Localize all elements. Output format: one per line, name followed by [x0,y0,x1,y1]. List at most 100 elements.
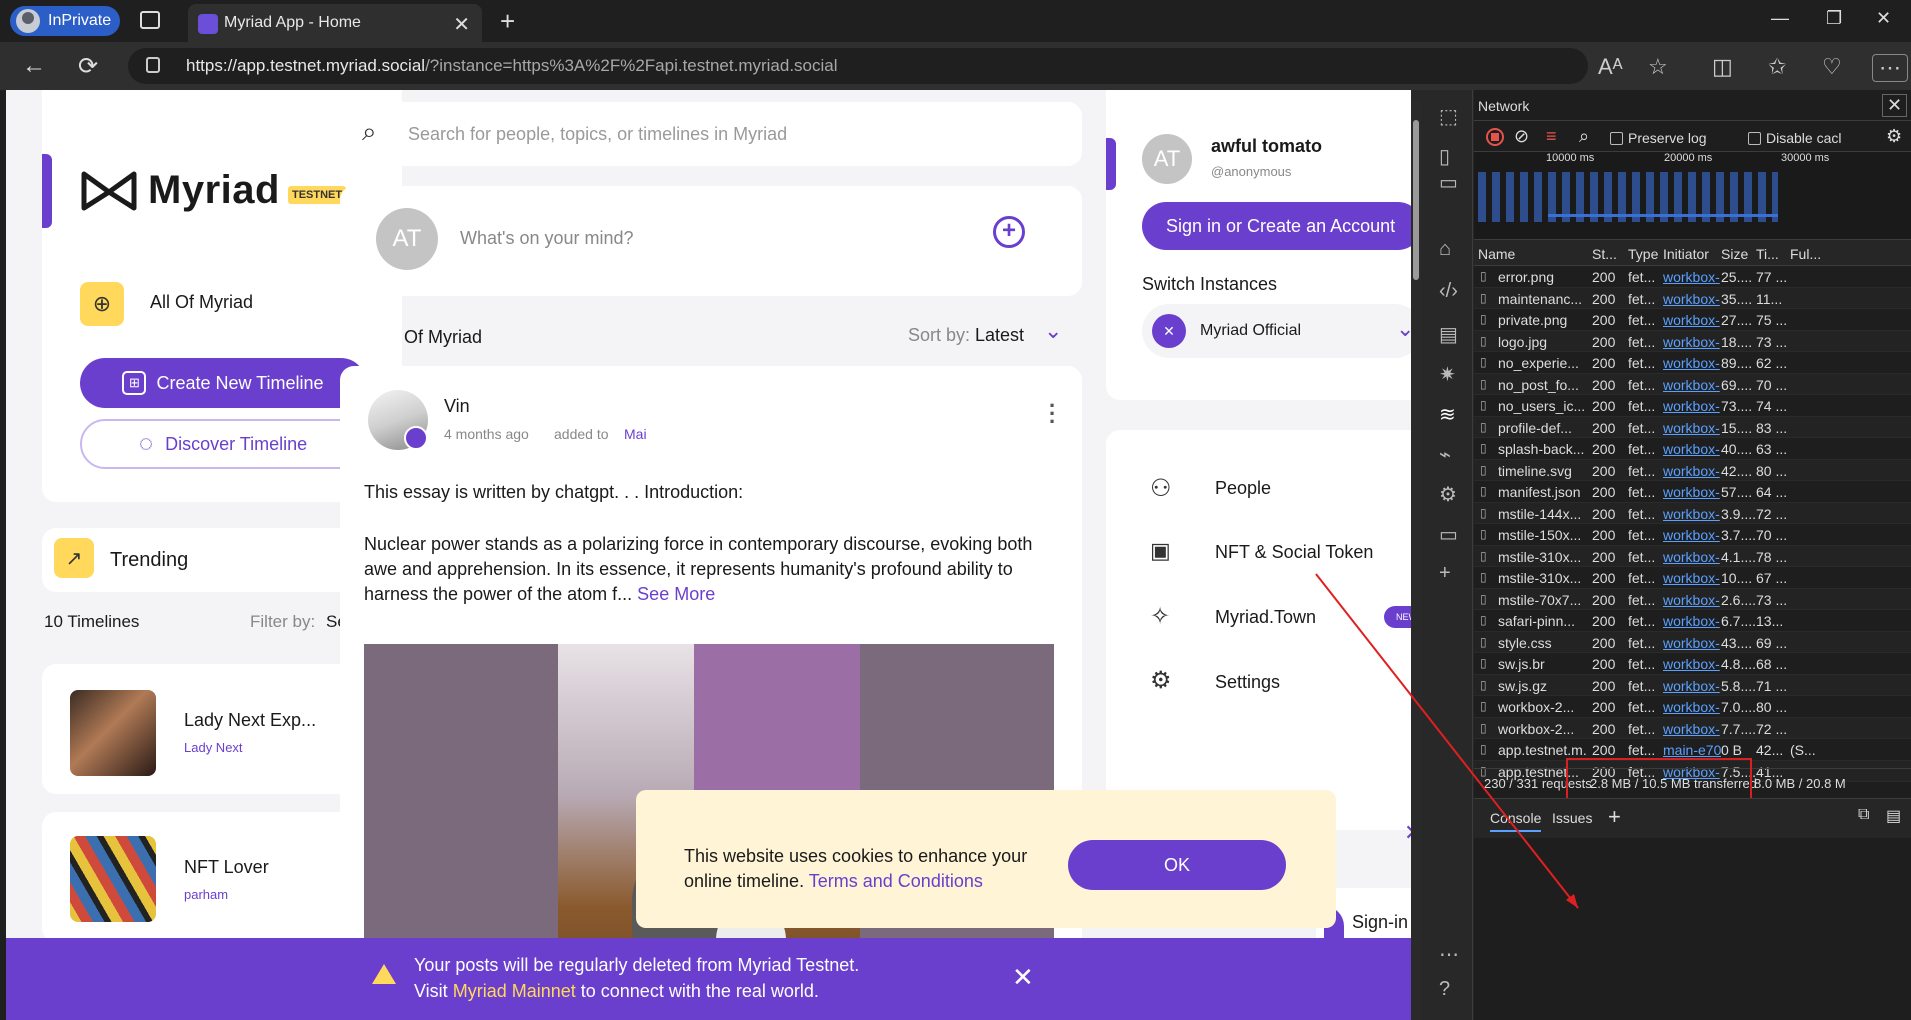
search-network-icon[interactable]: ⌕ [1579,126,1589,147]
request-row[interactable]: ▯ profile-def... 200 fet... workbox- 15.... 83… [1474,416,1911,438]
back-icon[interactable]: ← [22,52,46,80]
more-tools-plus-icon[interactable]: + [1439,562,1451,585]
record-icon[interactable] [1486,128,1504,146]
tab-myriad-home[interactable]: Myriad App - Home ✕ [188,4,482,42]
request-row[interactable]: ▯ workbox-2... 200 fet... workbox- 7.0.... 80 … [1474,696,1911,718]
cell-init[interactable]: workbox- [1663,312,1720,328]
request-row[interactable]: ▯ splash-back... 200 fet... workbox- 40.... 63… [1474,438,1911,460]
cell-init[interactable]: workbox- [1663,613,1720,629]
close-tab-icon[interactable]: ✕ [453,12,470,37]
new-tab-icon[interactable]: + [500,6,515,37]
drawer-tab-console[interactable]: Console [1490,810,1542,832]
cookie-ok-button[interactable]: OK [1068,840,1286,890]
browser-essentials-icon[interactable]: ♡ [1822,54,1842,80]
more-options-icon[interactable]: ⋯ [1439,942,1459,967]
filter-icon[interactable]: ≡ [1546,126,1557,147]
close-devtools-icon[interactable]: ✕ [1882,94,1908,117]
col-size[interactable]: Size [1721,246,1748,262]
cell-init[interactable]: workbox- [1663,699,1720,715]
devtools-scroll-thumb[interactable] [1413,120,1419,280]
elements-icon[interactable]: ‹/› [1439,280,1458,303]
network-settings-gear-icon[interactable]: ⚙ [1886,126,1902,147]
close-window-icon[interactable]: ✕ [1876,8,1891,29]
request-row[interactable]: ▯ mstile-310x... 200 fet... workbox- 4.1.... 7… [1474,545,1911,567]
col-time[interactable]: Ti... [1756,246,1779,262]
cell-init[interactable]: workbox- [1663,441,1720,457]
col-name[interactable]: Name [1478,246,1515,262]
col-status[interactable]: St... [1592,246,1617,262]
cell-init[interactable]: workbox- [1663,549,1720,565]
disable-cache-checkbox[interactable] [1748,132,1761,145]
cell-init[interactable]: workbox- [1663,420,1720,436]
menu-settings[interactable]: Settings [1215,672,1280,693]
cell-init[interactable]: workbox- [1663,635,1720,651]
cell-init[interactable]: workbox- [1663,506,1720,522]
profile-avatar[interactable]: AT [1142,134,1192,184]
cell-init[interactable]: workbox- [1663,484,1720,500]
request-row[interactable]: ▯ timeline.svg 200 fet... workbox- 42.... 80 .… [1474,459,1911,481]
help-icon[interactable]: ? [1439,978,1450,1001]
minimize-icon[interactable]: — [1771,8,1789,29]
split-screen-icon[interactable]: ◫ [1712,54,1733,80]
device-emulation-icon[interactable]: ▯ [1439,144,1450,169]
close-banner-icon[interactable]: ✕ [1012,962,1034,993]
cell-init[interactable]: workbox- [1663,721,1720,737]
cell-init[interactable]: workbox- [1663,269,1720,285]
settings-more-icon[interactable]: ⋯ [1872,54,1908,82]
devtools-scrollbar[interactable] [1411,100,1421,1020]
all-of-myriad-link[interactable]: All Of Myriad [150,292,253,313]
request-row[interactable]: ▯ mstile-310x... 200 fet... workbox- 10.... 67… [1474,567,1911,589]
request-row[interactable]: ▯ mstile-144x... 200 fet... workbox- 3.9.... 7… [1474,502,1911,524]
cell-init[interactable]: workbox- [1663,334,1720,350]
request-row[interactable]: ▯ sw.js.br 200 fet... workbox- 4.8.... 68 ... [1474,653,1911,675]
request-row[interactable]: ▯ safari-pinn... 200 fet... workbox- 6.7.... 1… [1474,610,1911,632]
welcome-home-icon[interactable]: ⌂ [1439,238,1451,261]
cell-init[interactable]: workbox- [1663,570,1720,586]
instance-chevron-down-icon[interactable]: ⌄ [1396,316,1411,342]
inspect-element-icon[interactable]: ⬚ [1439,104,1458,129]
request-row[interactable]: ▯ no_users_ic... 200 fet... workbox- 73.... 74… [1474,395,1911,417]
signin-promo-label[interactable]: Sign-in [1352,912,1408,933]
refresh-icon[interactable]: ⟳ [78,52,98,81]
sort-select[interactable]: Latest [975,325,1024,346]
request-row[interactable]: ▯ workbox-2... 200 fet... workbox- 7.7.... 72 … [1474,717,1911,739]
performance-icon[interactable]: ⌁ [1439,442,1451,467]
terms-link[interactable]: Terms and Conditions [809,871,983,891]
discover-timeline-button[interactable]: ◌ Discover Timeline [80,419,366,469]
request-row[interactable]: ▯ sw.js.gz 200 fet... workbox- 5.8.... 71 ... [1474,674,1911,696]
request-row[interactable]: ▯ maintenanc... 200 fet... workbox- 35.... 11.… [1474,287,1911,309]
request-row[interactable]: ▯ logo.jpg 200 fet... workbox- 18.... 73 ... [1474,330,1911,352]
post-more-icon[interactable]: · · · [1049,395,1056,433]
drawer-dock-icon[interactable]: ⧉ [1858,806,1869,824]
close-promo-icon[interactable]: ✕ [1404,820,1411,846]
menu-nft-social-token[interactable]: NFT & Social Token [1215,542,1373,563]
cell-init[interactable]: main-e70 [1663,742,1721,758]
cell-init[interactable]: workbox- [1663,355,1720,371]
application-icon[interactable]: ▭ [1439,522,1458,547]
col-initiator[interactable]: Initiator [1663,246,1709,262]
signin-button[interactable]: Sign in or Create an Account [1142,202,1411,250]
memory-chip-icon[interactable]: ⚙ [1439,482,1457,507]
request-row[interactable]: ▯ mstile-70x7... 200 fet... workbox- 2.6.... 7… [1474,588,1911,610]
inprivate-button[interactable]: InPrivate [10,6,120,36]
address-input[interactable]: https://app.testnet.myriad.social/?insta… [128,48,1588,84]
sort-chevron-down-icon[interactable]: ⌄ [1044,318,1062,344]
cell-init[interactable]: workbox- [1663,377,1720,393]
cell-init[interactable]: workbox- [1663,291,1720,307]
request-row[interactable]: ▯ mstile-150x... 200 fet... workbox- 3.7.... 7… [1474,524,1911,546]
cell-init[interactable]: workbox- [1663,678,1720,694]
favorites-icon[interactable]: ✩ [1768,54,1786,80]
request-row[interactable]: ▯ error.png 200 fet... workbox- 25.... 77 ... [1474,266,1911,288]
add-post-icon[interactable]: + [993,216,1025,248]
cell-init[interactable]: workbox- [1663,656,1720,672]
post-author[interactable]: Vin [444,396,470,417]
request-row[interactable]: ▯ style.css 200 fet... workbox- 43.... 69 ... [1474,631,1911,653]
menu-people[interactable]: People [1215,478,1271,499]
request-row[interactable]: ▯ no_experie... 200 fet... workbox- 89.... 62 … [1474,352,1911,374]
sources-bug-icon[interactable]: ✷ [1439,362,1456,387]
clear-icon[interactable]: ⊘ [1514,126,1529,147]
composer-input[interactable]: What's on your mind? [460,228,634,249]
preserve-log-checkbox[interactable] [1610,132,1623,145]
request-row[interactable]: ▯ private.png 200 fet... workbox- 27.... 75 ..… [1474,309,1911,331]
cell-init[interactable]: workbox- [1663,398,1720,414]
